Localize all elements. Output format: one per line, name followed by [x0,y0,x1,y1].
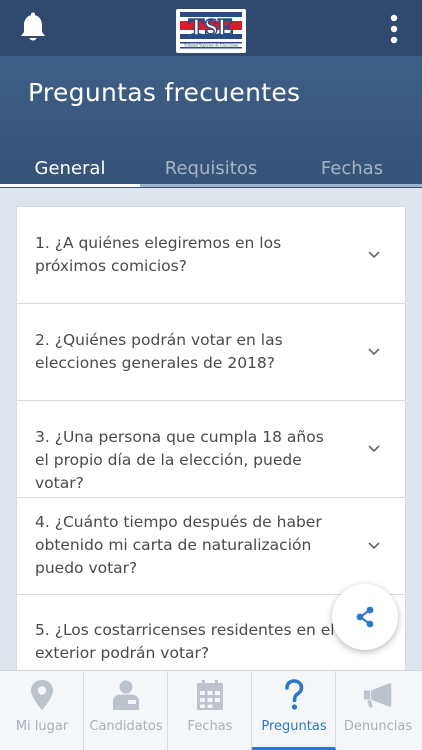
chevron-down-icon[interactable] [367,540,381,550]
share-button[interactable] [332,584,398,650]
megaphone-icon [363,683,392,708]
tab-rail [140,184,422,187]
faq-item-4[interactable]: 4. ¿Cuánto tiempo después de haber obten… [17,498,405,595]
chevron-down-icon[interactable] [367,249,381,259]
faq-question: 1. ¿A quiénes elegiremos en los próximos… [35,234,282,275]
location-pin-icon [31,680,53,710]
faq-question: 3. ¿Una persona que cumpla 18 años el pr… [35,428,324,492]
logo-subtitle: Tribunal Supremo de Elecciones [184,43,239,48]
nav-label: Candidatos [89,719,163,734]
bell-icon[interactable] [18,12,48,44]
top-app-bar: TSE Tribunal Supremo de Elecciones [0,0,422,56]
nav-mi-lugar[interactable]: Mi lugar [0,671,84,750]
page-title: Preguntas frecuentes [28,78,301,107]
faq-item-3[interactable]: 3. ¿Una persona que cumpla 18 años el pr… [17,401,405,498]
active-tab-indicator [0,184,140,187]
faq-item-2[interactable]: 2. ¿Quiénes podrán votar en las eleccion… [17,304,405,401]
nav-label: Denuncias [343,719,413,734]
logo-text: TSE [188,15,233,41]
nav-candidatos[interactable]: Candidatos [84,671,168,750]
question-icon [285,679,304,710]
page-header: Preguntas frecuentes General Requisitos … [0,56,422,188]
tab-fechas[interactable]: Fechas [282,152,422,186]
nav-denuncias[interactable]: Denuncias [336,671,422,750]
chevron-down-icon[interactable] [367,443,381,453]
nav-label: Fechas [187,719,233,734]
nav-label: Preguntas [261,719,327,734]
tse-logo: TSE Tribunal Supremo de Elecciones [176,9,246,53]
nav-fechas[interactable]: Fechas [168,671,252,750]
tab-bar: General Requisitos Fechas [0,152,422,188]
nav-label: Mi lugar [15,719,69,734]
faq-item-1[interactable]: 1. ¿A quiénes elegiremos en los próximos… [17,207,405,304]
faq-question: 4. ¿Cuánto tiempo después de haber obten… [35,513,322,577]
faq-question: 2. ¿Quiénes podrán votar en las eleccion… [35,331,283,372]
tab-general[interactable]: General [0,152,140,186]
candidate-icon [113,680,139,710]
more-vertical-icon[interactable] [390,14,398,44]
calendar-icon [197,680,223,710]
faq-question: 5. ¿Los costarricenses residentes en el … [35,621,335,662]
bottom-navigation: Mi lugar Candidatos Fechas Preguntas Den… [0,670,422,750]
nav-preguntas[interactable]: Preguntas [252,671,336,750]
tab-requisitos[interactable]: Requisitos [140,152,282,186]
share-icon [356,606,374,628]
chevron-down-icon[interactable] [367,346,381,356]
